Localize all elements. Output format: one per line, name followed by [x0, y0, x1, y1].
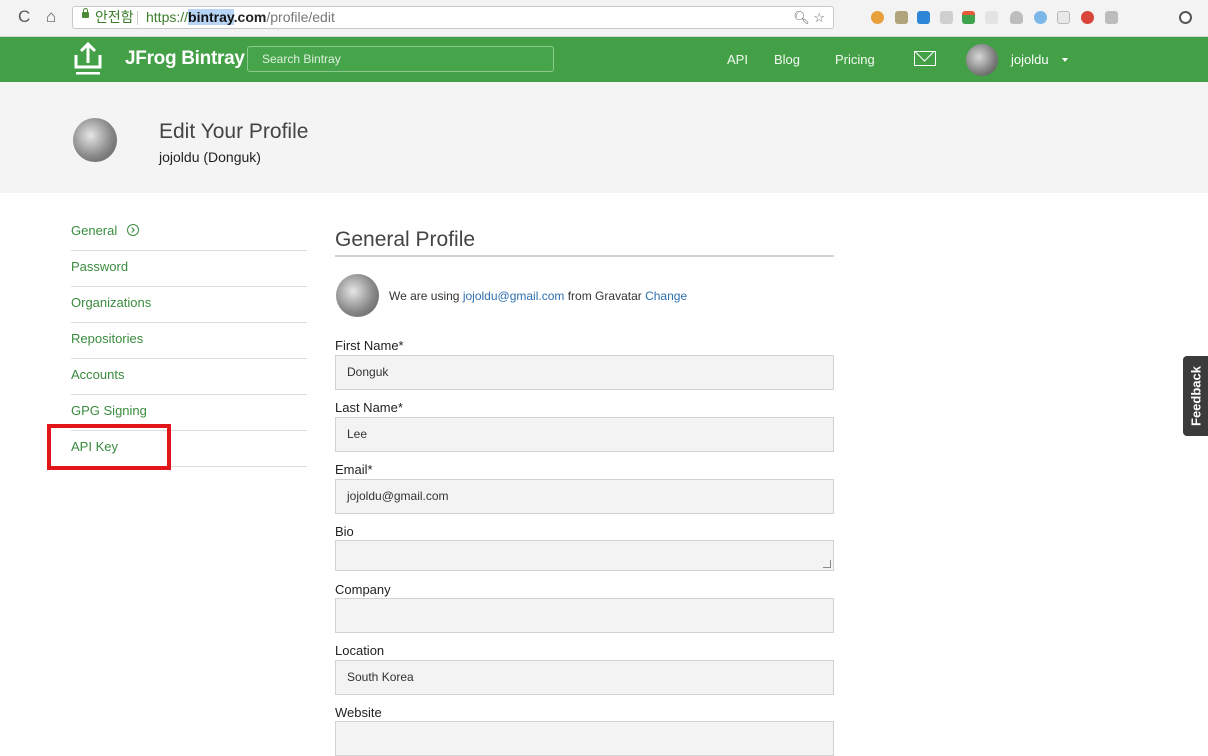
- lock-icon: [82, 8, 89, 18]
- sidebar-item-general[interactable]: General: [71, 216, 307, 251]
- extension-red-icon[interactable]: [1081, 11, 1094, 24]
- nav-api-link[interactable]: API: [727, 52, 748, 67]
- location-label: Location: [335, 643, 385, 658]
- extension-grid-icon[interactable]: [940, 11, 953, 24]
- gravatar-note: We are using jojoldu@gmail.com from Grav…: [389, 289, 688, 303]
- sidebar-item-label: Repositories: [71, 331, 144, 346]
- nav-blog-link[interactable]: Blog: [774, 52, 800, 67]
- mail-icon[interactable]: [914, 51, 936, 66]
- brand-name[interactable]: JFrog Bintray: [125, 48, 245, 70]
- sidebar-item-label: Accounts: [71, 367, 125, 382]
- divider: [335, 255, 834, 257]
- user-menu-label[interactable]: jojoldu: [1011, 52, 1049, 67]
- profile-avatar: [73, 118, 117, 162]
- app-header: JFrog Bintray Search Bintray API Blog Pr…: [0, 37, 1208, 82]
- address-bar[interactable]: 안전함 https://bintray.com/profile/edit 🔍︎ …: [72, 6, 834, 29]
- sidebar-item-accounts[interactable]: Accounts: [71, 360, 307, 395]
- search-input[interactable]: Search Bintray: [247, 46, 554, 72]
- api-key-highlight: [47, 424, 171, 470]
- chevron-down-icon[interactable]: [1062, 58, 1068, 62]
- resize-handle-icon[interactable]: [823, 560, 831, 568]
- last-name-field[interactable]: Lee: [335, 417, 834, 452]
- extension-notes-icon[interactable]: [962, 11, 975, 24]
- extension-trello-icon[interactable]: [917, 11, 930, 24]
- gravatar-email-link[interactable]: jojoldu@gmail.com: [463, 289, 565, 303]
- sidebar-item-label: General: [71, 223, 118, 238]
- company-label: Company: [335, 582, 391, 597]
- feedback-label: Feedback: [1188, 366, 1203, 426]
- bio-textarea[interactable]: [335, 540, 834, 571]
- website-field[interactable]: [335, 721, 834, 756]
- feedback-tab[interactable]: Feedback: [1183, 356, 1208, 436]
- email-label: Email*: [335, 462, 373, 477]
- extension-code-icon[interactable]: [985, 11, 998, 24]
- extension-tree-icon[interactable]: [1105, 11, 1118, 24]
- reload-icon[interactable]: C: [18, 7, 30, 27]
- extension-person-icon[interactable]: [1010, 11, 1023, 24]
- extension-cookie-icon[interactable]: [871, 11, 884, 24]
- home-icon[interactable]: ⌂: [46, 7, 56, 27]
- browser-toolbar: C ⌂ 안전함 https://bintray.com/profile/edit…: [0, 0, 1208, 37]
- secure-label: 안전함: [95, 9, 134, 25]
- location-field[interactable]: South Korea: [335, 660, 834, 695]
- sidebar-item-organizations[interactable]: Organizations: [71, 288, 307, 323]
- sidebar-item-label: GPG Signing: [71, 403, 147, 418]
- extension-box-icon[interactable]: [1057, 11, 1070, 24]
- profile-header: Edit Your Profile jojoldu (Donguk): [0, 82, 1208, 193]
- gravatar-change-link[interactable]: Change: [645, 289, 687, 303]
- sidebar-item-repositories[interactable]: Repositories: [71, 324, 307, 359]
- extension-trophy-icon[interactable]: [895, 11, 908, 24]
- first-name-field[interactable]: Donguk: [335, 355, 834, 390]
- sidebar-item-password[interactable]: Password: [71, 252, 307, 287]
- first-name-label: First Name*: [335, 338, 404, 353]
- url-text: https://bintray.com/profile/edit: [146, 9, 335, 25]
- zoom-and-star-icons[interactable]: 🔍︎ ☆: [793, 7, 825, 28]
- nav-pricing-link[interactable]: Pricing: [835, 52, 875, 67]
- extension-blue-icon[interactable]: [1034, 11, 1047, 24]
- page-title: Edit Your Profile: [159, 120, 309, 143]
- gravatar-avatar: [336, 274, 379, 317]
- last-name-label: Last Name*: [335, 400, 403, 415]
- sidebar-item-label: Password: [71, 259, 129, 274]
- sidebar-item-label: Organizations: [71, 295, 152, 310]
- section-title: General Profile: [335, 228, 476, 251]
- chevron-right-circle-icon: [127, 224, 140, 236]
- divider: [137, 11, 138, 25]
- bio-label: Bio: [335, 524, 354, 539]
- website-label: Website: [335, 705, 382, 720]
- avatar[interactable]: [966, 44, 998, 76]
- extension-timer-icon[interactable]: [1179, 11, 1192, 24]
- company-field[interactable]: [335, 598, 834, 633]
- email-field[interactable]: jojoldu@gmail.com: [335, 479, 834, 514]
- page-subtitle: jojoldu (Donguk): [159, 149, 261, 165]
- bintray-logo-icon[interactable]: [72, 41, 104, 77]
